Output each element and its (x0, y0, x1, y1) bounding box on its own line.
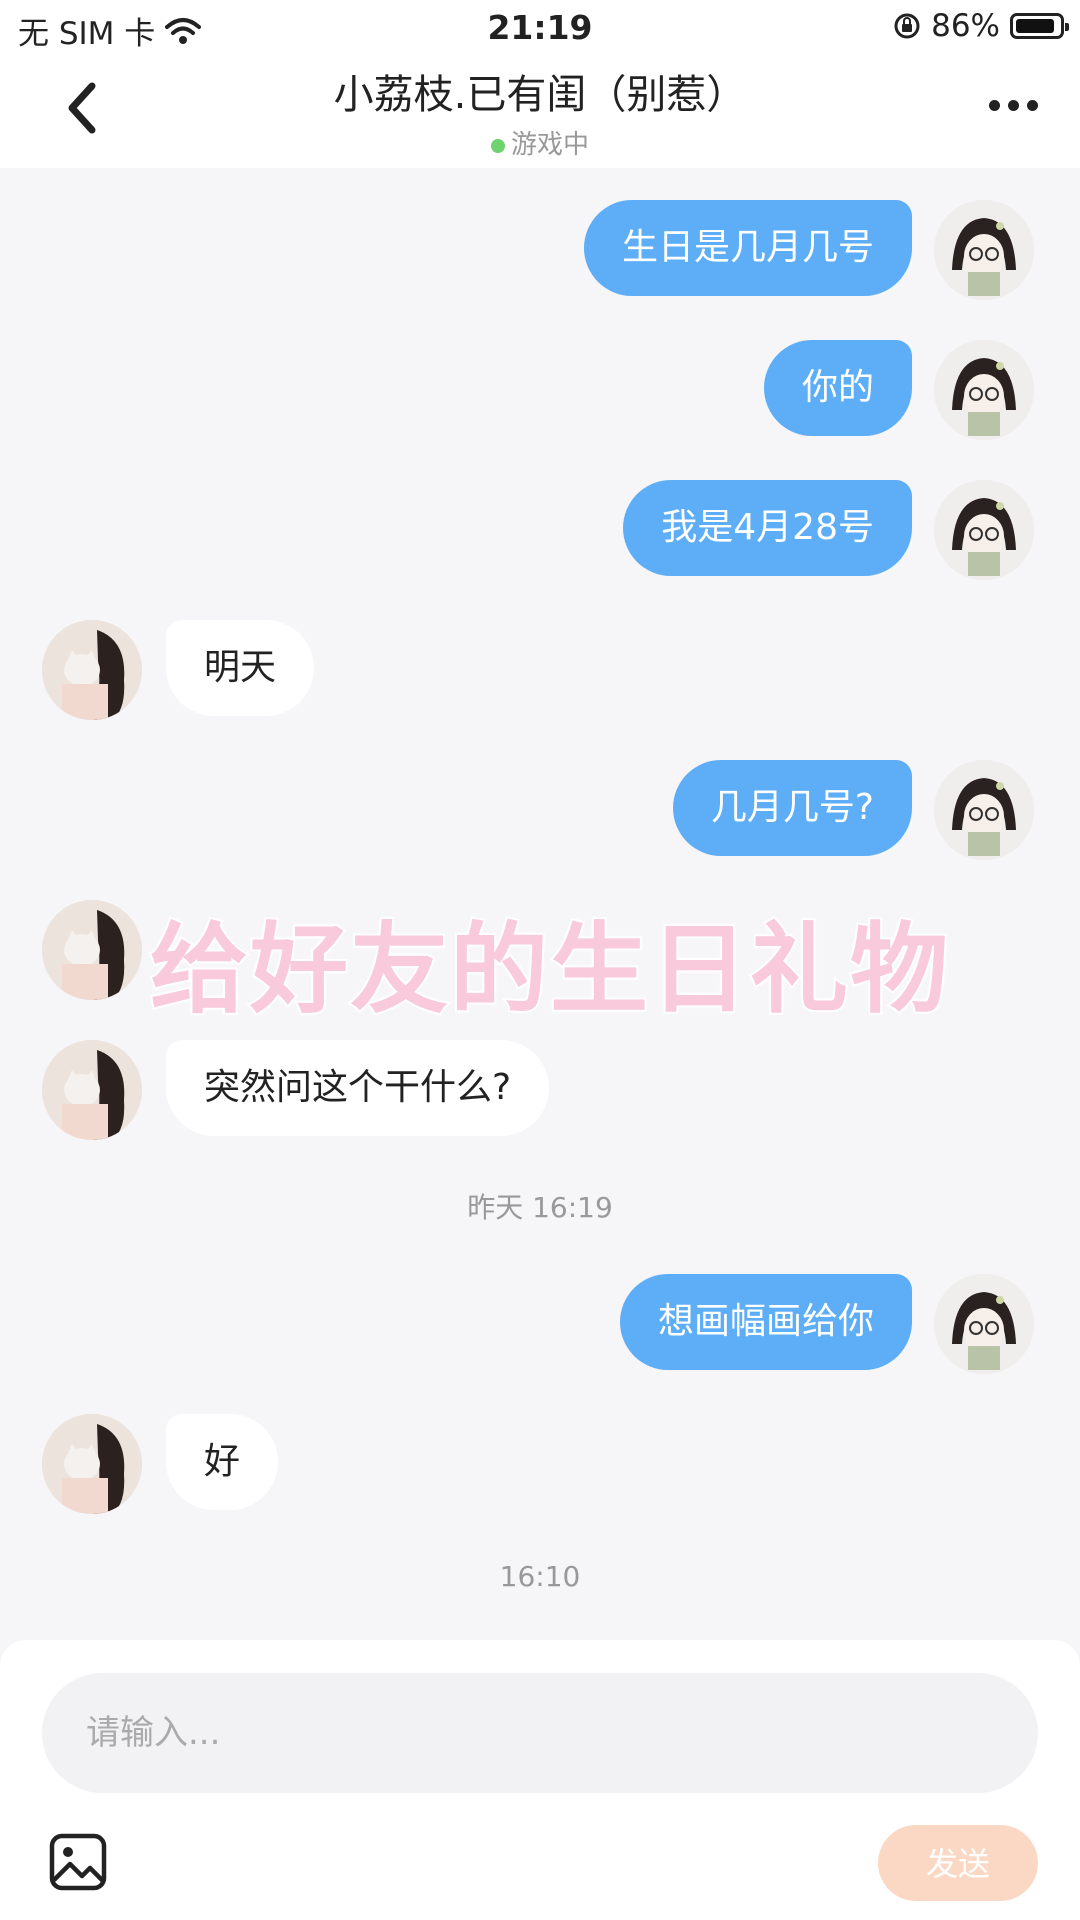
message-bubble-received[interactable]: 明天 (166, 620, 315, 716)
message-row: 生日是几月几号 (0, 200, 1080, 300)
contact-status: 游戏中 (0, 124, 1080, 161)
contact-avatar[interactable] (42, 1040, 142, 1140)
contact-avatar[interactable] (42, 1414, 142, 1514)
contact-avatar[interactable] (42, 900, 142, 1000)
image-icon[interactable] (48, 1832, 108, 1892)
caption-overlay: 给好友的生日礼物 (148, 911, 951, 1029)
message-bubble-sent[interactable]: 你的 (763, 340, 912, 436)
message-bubble-sent[interactable]: 生日是几月几号 (583, 200, 912, 296)
chat-header: 小荔枝.已有闺（别惹） 游戏中 (0, 56, 1080, 168)
contact-status-text: 游戏中 (510, 130, 589, 160)
message-bubble-sent[interactable]: 我是4月28号 (623, 480, 912, 576)
my-avatar[interactable] (934, 200, 1034, 300)
battery-percent: 86% (931, 8, 1000, 44)
orientation-lock-icon (894, 13, 920, 39)
message-row: 突然问这个干什么? (0, 1040, 1080, 1140)
message-bubble-sent[interactable]: 想画幅画给你 (619, 1274, 912, 1370)
message-bubble-sent[interactable]: 几月几号? (672, 760, 912, 856)
message-row: 好 (0, 1414, 1080, 1514)
my-avatar[interactable] (934, 1274, 1034, 1374)
message-row: 你的 (0, 340, 1080, 440)
my-avatar[interactable] (934, 340, 1034, 440)
composer: 发送 (0, 1640, 1080, 1920)
more-icon[interactable] (989, 100, 1038, 111)
message-input[interactable] (42, 1673, 1038, 1793)
message-row: 明天 (0, 620, 1080, 720)
status-right: 86% (893, 8, 1069, 44)
my-avatar[interactable] (934, 760, 1034, 860)
status-bar: 无 SIM 卡 21:19 86% (0, 0, 1080, 56)
timestamp: 昨天 16:19 (467, 1191, 613, 1224)
message-row: 想画幅画给你 (0, 1274, 1080, 1374)
message-bubble-received[interactable]: 突然问这个干什么? (166, 1040, 550, 1136)
message-row: 几月几号? (0, 760, 1080, 860)
my-avatar[interactable] (934, 480, 1034, 580)
battery-icon (1010, 13, 1069, 39)
contact-name: 小荔枝.已有闺（别惹） (333, 72, 747, 118)
message-row: 我是4月28号 (0, 480, 1080, 580)
online-dot-icon (490, 138, 505, 153)
send-button[interactable]: 发送 (878, 1825, 1038, 1901)
message-bubble-received[interactable]: 好 (166, 1414, 279, 1510)
contact-avatar[interactable] (42, 620, 142, 720)
timestamp: 16:10 (499, 1560, 581, 1593)
